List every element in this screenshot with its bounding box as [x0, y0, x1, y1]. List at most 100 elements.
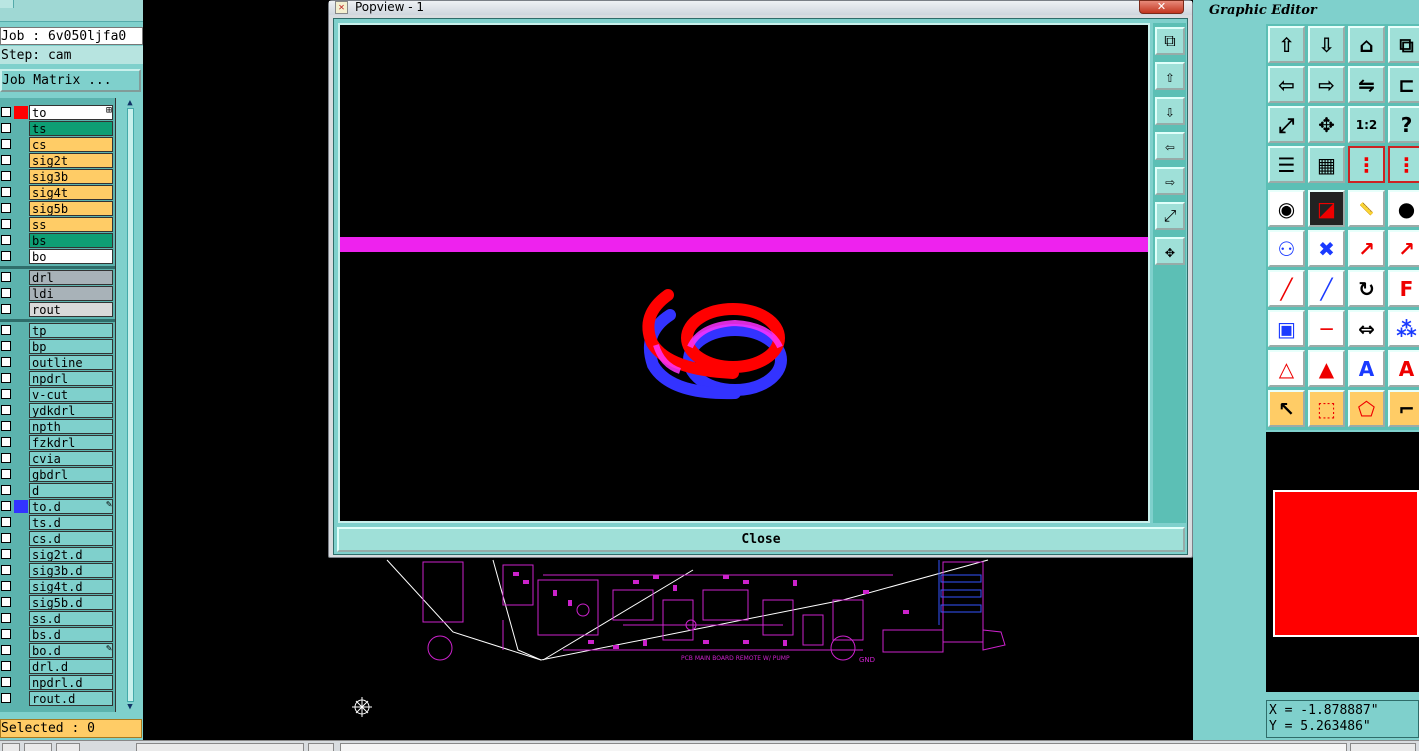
zoom-out-icon[interactable]: ⤢	[1155, 202, 1185, 230]
triangle-text-icon[interactable]: A	[1348, 350, 1385, 387]
add-shape-icon[interactable]: ◪	[1308, 190, 1345, 227]
triangle-alt-icon[interactable]: ▲	[1308, 350, 1345, 387]
layer-row-cvia[interactable]: cvia	[0, 450, 115, 466]
layer-row-fzkdrl[interactable]: fzkdrl	[0, 434, 115, 450]
overview-viewport[interactable]	[1273, 490, 1419, 637]
layer-row-sig5b[interactable]: sig5b	[0, 200, 115, 216]
layer-row-ldi[interactable]: ldi	[0, 285, 115, 301]
layer-name[interactable]: rout.d	[29, 691, 113, 706]
layer-row-ts[interactable]: ts	[0, 120, 115, 136]
layer-row-drl-d[interactable]: drl.d	[0, 658, 115, 674]
layer-checkbox[interactable]	[1, 341, 11, 351]
layer-row-sig3b-d[interactable]: sig3b.d	[0, 562, 115, 578]
layer-row-cs-d[interactable]: cs.d	[0, 530, 115, 546]
layer-name[interactable]: to.d	[29, 499, 113, 514]
layer-row-cs[interactable]: cs	[0, 136, 115, 152]
layer-checkbox[interactable]	[1, 235, 11, 245]
line-icon[interactable]: ╱	[1268, 270, 1305, 307]
layer-row-d[interactable]: d	[0, 482, 115, 498]
layer-name[interactable]: sig3b.d	[29, 563, 113, 578]
layer-row-v-cut[interactable]: v-cut	[0, 386, 115, 402]
layer-checkbox[interactable]	[1, 501, 11, 511]
layer-row-ss[interactable]: ss	[0, 216, 115, 232]
layer-checkbox[interactable]	[1, 597, 11, 607]
group-icon[interactable]: ⁂	[1388, 310, 1419, 347]
layer-checkbox[interactable]	[1, 203, 11, 213]
layer-name[interactable]: gbdrl	[29, 467, 113, 482]
layer-row-ts-d[interactable]: ts.d	[0, 514, 115, 530]
layer-name[interactable]: bs	[29, 233, 113, 248]
layer-name[interactable]: d	[29, 483, 113, 498]
layer-checkbox[interactable]	[1, 485, 11, 495]
layer-checkbox[interactable]	[1, 469, 11, 479]
layer-checkbox[interactable]	[1, 251, 11, 261]
layer-row-bo[interactable]: bo	[0, 248, 115, 264]
layer-name[interactable]: drl	[29, 270, 113, 285]
layer-row-rout[interactable]: rout	[0, 301, 115, 317]
delete-icon[interactable]: ✖	[1308, 230, 1345, 267]
layer-row-to[interactable]: to ⊞	[0, 104, 115, 120]
layer-name[interactable]: to	[29, 105, 113, 120]
layer-name[interactable]: cs.d	[29, 531, 113, 546]
layer-row-sig5b-d[interactable]: sig5b.d	[0, 594, 115, 610]
layer-checkbox[interactable]	[1, 421, 11, 431]
layer-checkbox[interactable]	[1, 272, 11, 282]
layer-row-npdrl-d[interactable]: npdrl.d	[0, 674, 115, 690]
help-icon[interactable]: ?	[1388, 106, 1419, 143]
select-box-icon[interactable]: ⬚	[1308, 390, 1345, 427]
properties-icon[interactable]: ☰	[1268, 146, 1305, 183]
layer-checkbox[interactable]	[1, 693, 11, 703]
layer-name[interactable]: ss	[29, 217, 113, 232]
layer-checkbox[interactable]	[1, 107, 11, 117]
pan-left-icon[interactable]: ⇦	[1155, 132, 1185, 160]
layer-checkbox[interactable]	[1, 517, 11, 527]
connect-alt-icon[interactable]: ↗	[1388, 230, 1419, 267]
layer-name[interactable]: bp	[29, 339, 113, 354]
layer-row-sig2t-d[interactable]: sig2t.d	[0, 546, 115, 562]
layer-checkbox[interactable]	[1, 437, 11, 447]
layer-checkbox[interactable]	[1, 533, 11, 543]
layer-checkbox[interactable]	[1, 453, 11, 463]
layer-name[interactable]: drl.d	[29, 659, 113, 674]
layer-name[interactable]: cvia	[29, 451, 113, 466]
layer-checkbox[interactable]	[1, 629, 11, 639]
layer-name[interactable]: npth	[29, 419, 113, 434]
zoom-fit-icon[interactable]: ⤢	[1268, 106, 1305, 143]
layer-row-sig3b[interactable]: sig3b	[0, 168, 115, 184]
triangle-red-icon[interactable]: A	[1388, 350, 1419, 387]
arc-icon[interactable]: ↻	[1348, 270, 1385, 307]
line-alt-icon[interactable]: ╱	[1308, 270, 1345, 307]
layer-name[interactable]: ldi	[29, 286, 113, 301]
layer-row-npdrl[interactable]: npdrl	[0, 370, 115, 386]
layer-checkbox[interactable]	[1, 661, 11, 671]
layer-checkbox[interactable]	[1, 549, 11, 559]
layer-row-bs-d[interactable]: bs.d	[0, 626, 115, 642]
pan-right-icon[interactable]: ⇨	[1155, 167, 1185, 195]
move-icon[interactable]: ⚇	[1268, 230, 1305, 267]
layer-checkbox[interactable]	[1, 187, 11, 197]
zoom-window-icon[interactable]: ⧉	[1155, 27, 1185, 55]
pan-down-icon[interactable]: ⇩	[1308, 26, 1345, 63]
layer-checkbox[interactable]	[1, 123, 11, 133]
layer-checkbox[interactable]	[1, 325, 11, 335]
layer-list-scrollbar[interactable]: ▲ ▼	[118, 98, 142, 712]
pan-right-icon[interactable]: ⇨	[1308, 66, 1345, 103]
ratio-icon[interactable]: 1:2	[1348, 106, 1385, 143]
layer-row-tp[interactable]: tp	[0, 322, 115, 338]
layer-name[interactable]: sig5b	[29, 201, 113, 216]
zoom-center-icon[interactable]: ✥	[1308, 106, 1345, 143]
layer-checkbox[interactable]	[1, 304, 11, 314]
layer-name[interactable]: ts.d	[29, 515, 113, 530]
net-select-alt-icon[interactable]: ⋮	[1388, 146, 1419, 183]
popview-titlebar[interactable]: ✕ Popview - 1 ✕	[329, 0, 1192, 15]
pan-up-icon[interactable]: ⇧	[1268, 26, 1305, 63]
layer-row-npth[interactable]: npth	[0, 418, 115, 434]
layer-name[interactable]: rout	[29, 302, 113, 317]
layer-name[interactable]: sig2t.d	[29, 547, 113, 562]
layer-checkbox[interactable]	[1, 373, 11, 383]
add-dot-icon[interactable]: ●	[1388, 190, 1419, 227]
select-icon[interactable]: ↖	[1268, 390, 1305, 427]
layer-row-gbdrl[interactable]: gbdrl	[0, 466, 115, 482]
layer-row-ydkdrl[interactable]: ydkdrl	[0, 402, 115, 418]
grid-icon[interactable]: ▦	[1308, 146, 1345, 183]
